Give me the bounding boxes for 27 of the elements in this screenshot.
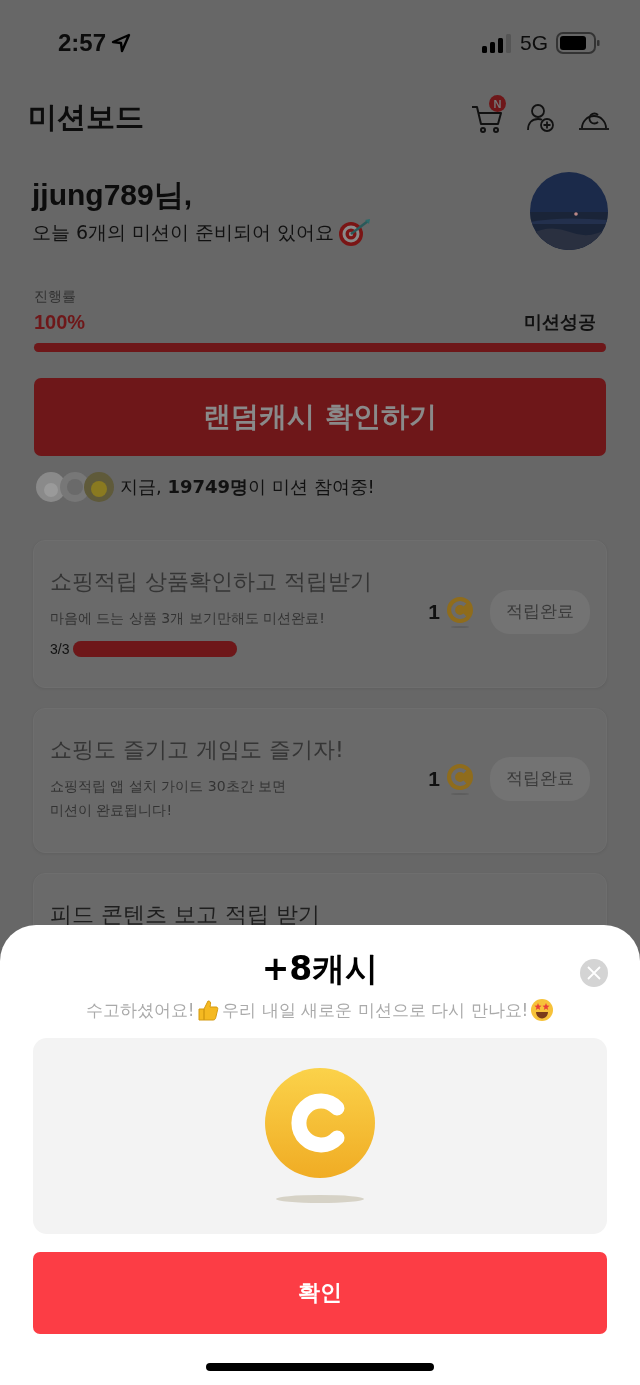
reward-amount: 1 — [428, 766, 440, 791]
reward-title: +8캐시 — [261, 948, 379, 990]
mission-status: 미션성공 — [524, 310, 596, 334]
see-you-message: 우리 내일 새로운 미션으로 다시 만나요! — [222, 998, 529, 1022]
earn-complete-button[interactable]: 적립완료 — [490, 756, 590, 801]
mission-count-message: 오늘 6개의 미션이 준비되어 있어요 — [32, 219, 335, 245]
progress-percent: 100% — [34, 310, 86, 334]
battery-icon — [556, 32, 600, 54]
earn-complete-button[interactable]: 적립완료 — [490, 589, 590, 634]
signal-icon — [482, 33, 512, 53]
clock-time: 2:57 — [58, 29, 107, 57]
participants-text: 지금, 19749명이 미션 참여중! — [120, 475, 375, 499]
add-friend-icon[interactable] — [526, 103, 556, 133]
thanks-message: 수고하셨어요! — [85, 998, 195, 1022]
page-title: 미션보드 — [28, 99, 144, 136]
cart-badge: N — [489, 95, 506, 112]
confirm-button[interactable]: 확인 — [33, 1252, 607, 1334]
mission-progress-count: 3/3 — [50, 640, 70, 657]
star-eyes-smiley-icon — [530, 998, 555, 1022]
user-greeting: jjung789님, — [32, 176, 194, 213]
random-cash-button[interactable]: 랜덤캐시 확인하기 — [34, 378, 606, 456]
thumbs-up-icon — [196, 998, 221, 1022]
reward-amount: 1 — [428, 599, 440, 624]
network-label: 5G — [520, 31, 548, 55]
mission-title: 피드 콘텐츠 보고 적립 받기 — [50, 901, 320, 930]
location-arrow-icon — [110, 32, 133, 54]
target-icon — [338, 217, 373, 248]
